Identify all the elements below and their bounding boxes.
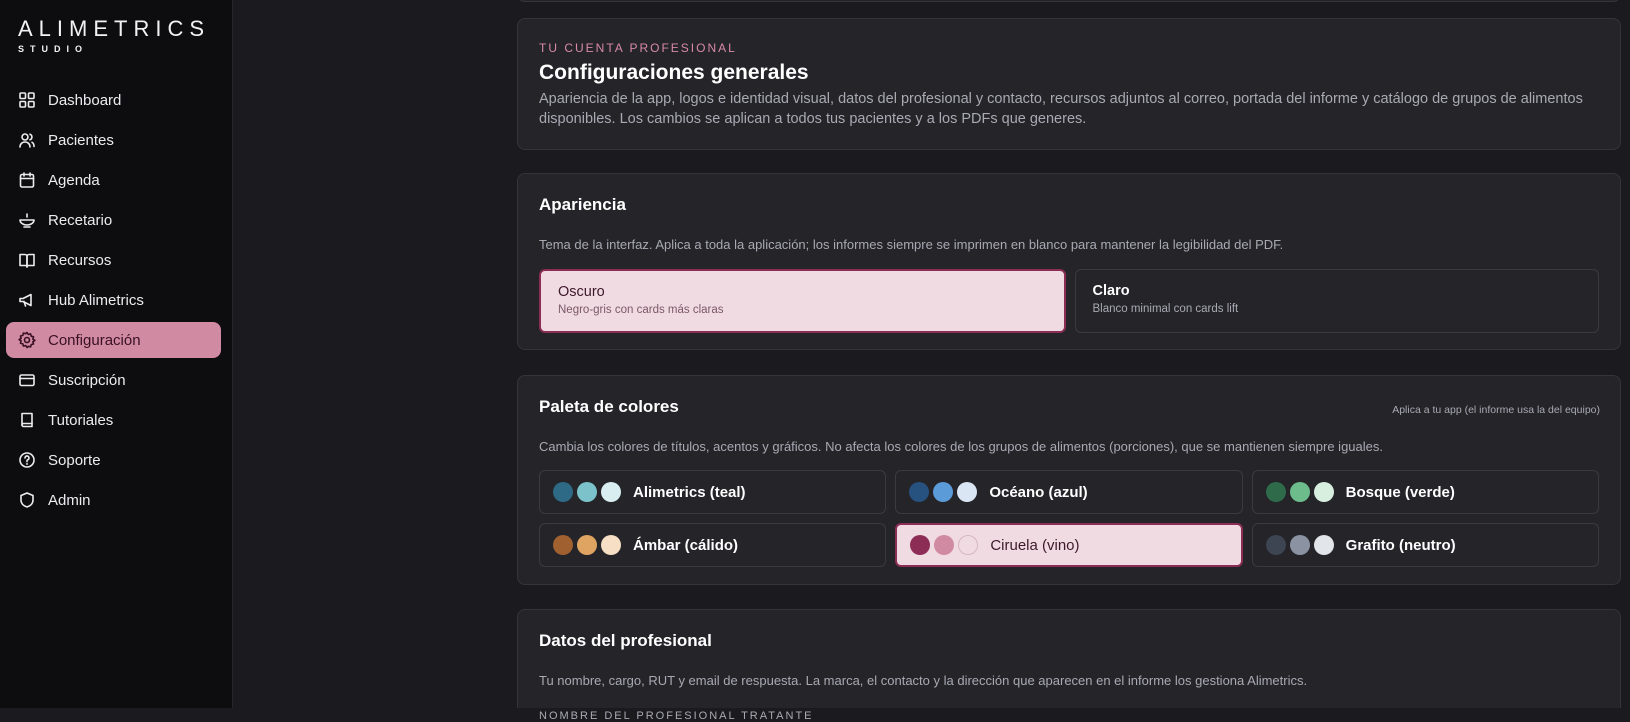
- sidebar-item-soporte[interactable]: Soporte: [6, 442, 221, 478]
- gear-icon: [18, 331, 36, 349]
- professional-name-label: NOMBRE DEL PROFESIONAL TRATANTE: [539, 710, 814, 722]
- color-dot: [934, 535, 955, 555]
- sidebar-item-label: Tutoriales: [48, 411, 114, 429]
- bowl-icon: [18, 211, 36, 229]
- sidebar: ALIMETRICS STUDIO Dashboard Pacientes Ag…: [0, 0, 233, 708]
- sidebar-item-configuracion[interactable]: Configuración: [6, 322, 221, 358]
- palette-option-amber[interactable]: Ámbar (cálido): [539, 523, 887, 567]
- color-dots: [553, 482, 621, 502]
- shield-icon: [18, 491, 36, 509]
- sidebar-item-label: Admin: [48, 491, 91, 509]
- color-dot: [910, 535, 931, 555]
- palette-option-plum[interactable]: Ciruela (vino): [895, 523, 1243, 567]
- color-dot: [601, 482, 621, 502]
- professional-title: Datos del profesional: [539, 631, 712, 650]
- color-dots: [910, 535, 979, 555]
- header-card: TU CUENTA PROFESIONAL Configuraciones ge…: [517, 18, 1621, 150]
- page-description: Apariencia de la app, logos e identidad …: [539, 91, 1583, 127]
- book-open-icon: [18, 251, 36, 269]
- credit-card-icon: [18, 371, 36, 389]
- color-dot: [601, 535, 621, 555]
- color-dot: [957, 482, 978, 502]
- book-icon: [18, 411, 36, 429]
- color-dot: [1265, 535, 1286, 555]
- color-dot: [1265, 482, 1286, 502]
- page-title: Configuraciones generales: [539, 61, 809, 84]
- color-dot: [1313, 535, 1334, 555]
- sidebar-nav: Dashboard Pacientes Agenda Recetario Rec…: [6, 82, 221, 522]
- palette-name: Alimetrics (teal): [633, 483, 746, 501]
- theme-name: Oscuro: [558, 284, 605, 300]
- color-dot: [958, 535, 979, 555]
- theme-name: Claro: [1092, 283, 1130, 299]
- previous-card: [517, 0, 1621, 2]
- color-dot: [1313, 482, 1334, 502]
- sidebar-item-suscripcion[interactable]: Suscripción: [6, 362, 221, 398]
- appearance-subtitle: Tema de la interfaz. Aplica a toda la ap…: [539, 237, 1284, 252]
- color-dots: [909, 482, 978, 502]
- palette-name: Ciruela (vino): [990, 536, 1080, 554]
- color-dots: [1265, 535, 1334, 555]
- sidebar-item-recursos[interactable]: Recursos: [6, 242, 221, 278]
- appearance-title: Apariencia: [539, 195, 626, 214]
- sidebar-item-pacientes[interactable]: Pacientes: [6, 122, 221, 158]
- theme-description: Blanco minimal con cards lift: [1092, 303, 1239, 315]
- grid-icon: [18, 91, 36, 109]
- color-dot: [553, 535, 573, 555]
- sidebar-item-admin[interactable]: Admin: [6, 482, 221, 518]
- professional-card: Datos del profesional Tu nombre, cargo, …: [517, 609, 1621, 722]
- theme-options: Oscuro Negro-gris con cards más claras C…: [539, 269, 1599, 333]
- appearance-card: Apariencia Tema de la interfaz. Aplica a…: [517, 173, 1621, 350]
- professional-subtitle: Tu nombre, cargo, RUT y email de respues…: [539, 673, 1308, 688]
- brand-sub: STUDIO: [18, 44, 89, 54]
- sidebar-item-label: Recursos: [48, 251, 112, 269]
- brand-logo[interactable]: ALIMETRICS STUDIO: [18, 16, 211, 55]
- color-dot: [577, 482, 597, 502]
- palette-options: Alimetrics (teal) Océano (azul) Bosque (…: [539, 470, 1599, 567]
- palette-name: Océano (azul): [989, 483, 1088, 501]
- help-circle-icon: [18, 451, 36, 469]
- palette-option-teal[interactable]: Alimetrics (teal): [539, 470, 887, 514]
- color-dots: [553, 535, 621, 555]
- palette-option-ocean[interactable]: Océano (azul): [895, 470, 1243, 514]
- calendar-icon: [18, 171, 36, 189]
- color-dot: [909, 482, 930, 502]
- sidebar-item-tutoriales[interactable]: Tutoriales: [6, 402, 221, 438]
- sidebar-item-label: Suscripción: [48, 371, 126, 389]
- color-dot: [553, 482, 573, 502]
- palette-option-graphite[interactable]: Grafito (neutro): [1251, 523, 1599, 567]
- sidebar-item-label: Dashboard: [48, 91, 122, 109]
- sidebar-item-label: Soporte: [48, 451, 101, 469]
- brand-name: ALIMETRICS: [18, 16, 211, 41]
- sidebar-item-label: Hub Alimetrics: [48, 291, 144, 309]
- color-dot: [1289, 535, 1310, 555]
- sidebar-item-hub[interactable]: Hub Alimetrics: [6, 282, 221, 318]
- sidebar-item-label: Pacientes: [48, 131, 114, 149]
- color-dot: [1289, 482, 1310, 502]
- sidebar-item-recetario[interactable]: Recetario: [6, 202, 221, 238]
- sidebar-item-dashboard[interactable]: Dashboard: [6, 82, 221, 118]
- palette-name: Ámbar (cálido): [633, 536, 739, 554]
- megaphone-icon: [18, 291, 36, 309]
- users-icon: [18, 131, 36, 149]
- palette-option-forest[interactable]: Bosque (verde): [1251, 470, 1599, 514]
- palette-subtitle: Cambia los colores de títulos, acentos y…: [539, 439, 1383, 454]
- color-dots: [1265, 482, 1334, 502]
- color-dot: [577, 535, 597, 555]
- palette-card: Paleta de colores Aplica a tu app (el in…: [517, 375, 1621, 585]
- sidebar-item-label: Recetario: [48, 211, 113, 229]
- palette-note: Aplica a tu app (el informe usa la del e…: [1392, 404, 1600, 416]
- palette-name: Bosque (verde): [1345, 483, 1455, 501]
- theme-description: Negro-gris con cards más claras: [558, 304, 724, 316]
- sidebar-item-agenda[interactable]: Agenda: [6, 162, 221, 198]
- theme-option-dark[interactable]: Oscuro Negro-gris con cards más claras: [539, 269, 1066, 333]
- color-dot: [933, 482, 954, 502]
- sidebar-item-label: Agenda: [48, 171, 100, 189]
- palette-name: Grafito (neutro): [1345, 536, 1456, 554]
- theme-option-light[interactable]: Claro Blanco minimal con cards lift: [1074, 269, 1599, 333]
- sidebar-item-label: Configuración: [48, 331, 141, 349]
- section-eyebrow: TU CUENTA PROFESIONAL: [539, 41, 737, 55]
